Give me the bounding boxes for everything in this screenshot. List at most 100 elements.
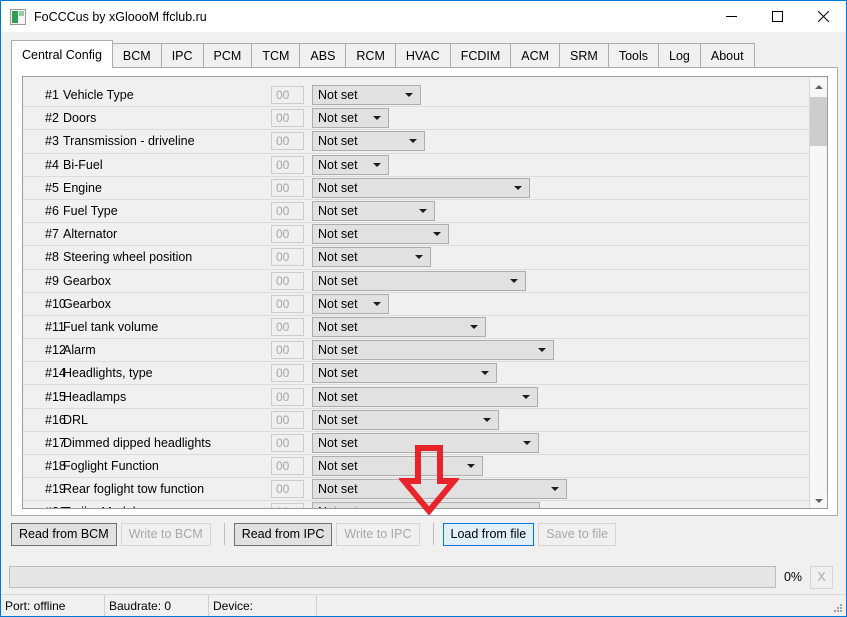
tab-label: SRM xyxy=(570,49,598,63)
config-dropdown[interactable]: Not set xyxy=(312,409,499,430)
chevron-down-icon xyxy=(551,487,559,492)
config-value-field[interactable]: 00 xyxy=(271,503,304,508)
config-dropdown[interactable]: Not set xyxy=(312,432,539,453)
tab-srm[interactable]: SRM xyxy=(559,43,609,68)
tab-acm[interactable]: ACM xyxy=(510,43,561,68)
chevron-down-icon xyxy=(510,278,518,283)
config-row-label: Bi-Fuel xyxy=(63,157,103,172)
vertical-scrollbar[interactable] xyxy=(809,78,827,508)
config-value-field[interactable]: 00 xyxy=(271,387,304,406)
tab-about[interactable]: About xyxy=(699,43,755,68)
config-value-field[interactable]: 00 xyxy=(271,480,304,499)
config-value-field[interactable]: 00 xyxy=(271,109,304,128)
config-value-field[interactable]: 00 xyxy=(271,155,304,174)
scroll-down-button[interactable] xyxy=(810,492,827,508)
tab-tcm[interactable]: TCM xyxy=(251,43,301,68)
resize-grip[interactable] xyxy=(833,603,843,613)
config-row-number: #9 xyxy=(45,273,59,288)
tab-log[interactable]: Log xyxy=(658,43,701,68)
config-row: #5 Engine 00 Not set xyxy=(23,177,809,200)
config-value-field[interactable]: 00 xyxy=(271,317,304,336)
config-row-label: Alternator xyxy=(63,227,118,242)
config-dropdown[interactable]: Not set xyxy=(312,154,389,175)
tab-fcdim[interactable]: FCDIM xyxy=(449,43,512,68)
config-value-field[interactable]: 00 xyxy=(271,202,304,221)
config-dropdown[interactable]: Not set xyxy=(312,177,530,198)
config-dropdown-value: Not set xyxy=(318,111,358,126)
cancel-operation-button[interactable]: X xyxy=(810,565,833,589)
config-dropdown[interactable]: Not set xyxy=(312,479,567,500)
read-from-ipc-button[interactable]: Read from IPC xyxy=(233,522,333,546)
config-row-number: #18 xyxy=(45,459,66,474)
config-row-number: #19 xyxy=(45,482,66,497)
config-row-number: #7 xyxy=(45,227,59,242)
config-value-field[interactable]: 00 xyxy=(271,248,304,267)
write-to-bcm-button: Write to BCM xyxy=(120,522,211,546)
config-dropdown[interactable]: Not set xyxy=(312,456,483,477)
config-dropdown[interactable]: Not set xyxy=(312,340,554,361)
config-dropdown[interactable]: Not set xyxy=(312,247,431,268)
config-value-field[interactable]: 00 xyxy=(271,271,304,290)
tab-rcm[interactable]: RCM xyxy=(345,43,396,68)
config-dropdown[interactable]: Not set xyxy=(312,363,497,384)
config-dropdown[interactable]: Not set xyxy=(312,270,526,291)
config-dropdown[interactable]: Not set xyxy=(312,201,435,222)
config-row-label: Vehicle Type xyxy=(63,88,134,103)
config-dropdown[interactable]: Not set xyxy=(312,293,389,314)
tab-central-config[interactable]: Central Config xyxy=(11,40,113,68)
scroll-up-button[interactable] xyxy=(810,78,827,95)
chevron-down-icon xyxy=(514,185,522,190)
config-dropdown[interactable]: Not set xyxy=(312,502,540,508)
config-dropdown-value: Not set xyxy=(318,482,358,497)
minimize-button[interactable] xyxy=(708,1,754,31)
tab-abs[interactable]: ABS xyxy=(299,43,347,68)
tab-bcm[interactable]: BCM xyxy=(111,43,162,68)
config-value-field[interactable]: 00 xyxy=(271,457,304,476)
config-value-field[interactable]: 00 xyxy=(271,364,304,383)
close-icon xyxy=(817,10,829,22)
config-row-label: Gearbox xyxy=(63,296,111,311)
config-value-field[interactable]: 00 xyxy=(271,225,304,244)
progress-bar xyxy=(9,566,776,588)
config-row: #4 Bi-Fuel 00 Not set xyxy=(23,154,809,177)
config-value-field[interactable]: 00 xyxy=(271,132,304,151)
config-row-label: Rear foglight tow function xyxy=(63,482,205,497)
close-button[interactable] xyxy=(800,1,846,31)
scrollbar-thumb[interactable] xyxy=(810,97,827,146)
read-from-bcm-button[interactable]: Read from BCM xyxy=(11,522,117,546)
tab-hvac[interactable]: HVAC xyxy=(394,43,451,68)
maximize-icon xyxy=(771,10,783,22)
config-row: #10 Gearbox 00 Not set xyxy=(23,293,809,316)
config-dropdown-value: Not set xyxy=(318,250,358,265)
config-dropdown[interactable]: Not set xyxy=(312,108,389,129)
config-row-label: Foglight Function xyxy=(63,459,159,474)
config-value-field[interactable]: 00 xyxy=(271,178,304,197)
load-from-file-button[interactable]: Load from file xyxy=(442,522,535,546)
config-row-label: Transmission - driveline xyxy=(63,134,195,149)
config-row-number: #12 xyxy=(45,343,66,358)
tab-ipc[interactable]: IPC xyxy=(160,43,204,68)
chevron-down-icon xyxy=(433,232,441,237)
config-dropdown-value: Not set xyxy=(318,435,358,450)
config-dropdown[interactable]: Not set xyxy=(312,131,425,152)
config-row-label: Trailer Module xyxy=(63,505,271,508)
config-dropdown[interactable]: Not set xyxy=(312,224,449,245)
config-value-field[interactable]: 00 xyxy=(271,294,304,313)
tab-pcm[interactable]: PCM xyxy=(202,43,253,68)
config-value-field[interactable]: 00 xyxy=(271,410,304,429)
chevron-down-icon xyxy=(814,498,823,503)
config-dropdown[interactable]: Not set xyxy=(312,85,421,106)
config-value-field[interactable]: 00 xyxy=(271,433,304,452)
config-dropdown[interactable]: Not set xyxy=(312,316,486,337)
config-row-number: #5 xyxy=(45,180,59,195)
config-dropdown-value: Not set xyxy=(318,227,358,242)
config-dropdown[interactable]: Not set xyxy=(312,386,538,407)
config-row-number: #2 xyxy=(45,111,59,126)
config-value-field[interactable]: 00 xyxy=(271,86,304,105)
config-value-field[interactable]: 00 xyxy=(271,341,304,360)
maximize-button[interactable] xyxy=(754,1,800,31)
title-bar[interactable]: FoCCCus by xGloooM ffclub.ru xyxy=(1,1,846,32)
tab-tools[interactable]: Tools xyxy=(607,43,660,68)
config-row: #9 Gearbox 00 Not set xyxy=(23,270,809,293)
config-list[interactable]: #1 Vehicle Type 00 Not set #2 Doors 00 Not set #… xyxy=(22,76,828,509)
